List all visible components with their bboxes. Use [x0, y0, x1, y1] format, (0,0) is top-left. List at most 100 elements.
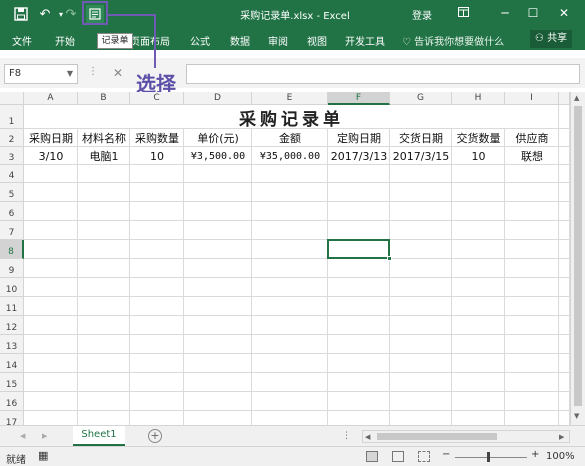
cell-g7[interactable] [390, 221, 452, 240]
cell-f14[interactable] [328, 354, 390, 373]
chevron-down-icon[interactable]: ▼ [67, 65, 73, 83]
normal-view-icon[interactable] [366, 451, 378, 462]
zoom-slider[interactable] [455, 457, 527, 458]
cell-g11[interactable] [390, 297, 452, 316]
cell-b4[interactable] [78, 165, 130, 183]
cell-b7[interactable] [78, 221, 130, 240]
row-header-9[interactable]: 9 [0, 259, 24, 278]
cell-a14[interactable] [24, 354, 78, 373]
cell-i8[interactable] [505, 240, 559, 259]
cell-c15[interactable] [130, 373, 184, 392]
cell-c7[interactable] [130, 221, 184, 240]
cell-h10[interactable] [452, 278, 505, 297]
row-header-13[interactable]: 13 [0, 335, 24, 354]
cell-b9[interactable] [78, 259, 130, 278]
cell-d8[interactable] [184, 240, 252, 259]
cell-f11[interactable] [328, 297, 390, 316]
page-break-view-icon[interactable] [418, 451, 430, 462]
cell-g10[interactable] [390, 278, 452, 297]
cell-i11[interactable] [505, 297, 559, 316]
cell-f5[interactable] [328, 183, 390, 202]
cell-g6[interactable] [390, 202, 452, 221]
cell-i9[interactable] [505, 259, 559, 278]
next-sheet-icon[interactable]: ▶ [42, 432, 47, 440]
row-header-4[interactable]: 4 [0, 165, 24, 183]
zoom-level[interactable]: 100% [546, 451, 575, 462]
tab-review[interactable]: 审阅 [268, 33, 288, 48]
column-header-c[interactable]: C [130, 92, 184, 105]
row-header-15[interactable]: 15 [0, 373, 24, 392]
row-header-7[interactable]: 7 [0, 221, 24, 240]
row-header-8[interactable]: 8 [0, 240, 24, 259]
column-header-e[interactable]: E [252, 92, 328, 105]
cell-h9[interactable] [452, 259, 505, 278]
cell-a7[interactable] [24, 221, 78, 240]
cell-i10[interactable] [505, 278, 559, 297]
cell-i16[interactable] [505, 392, 559, 411]
cell-h5[interactable] [452, 183, 505, 202]
column-header-f[interactable]: F [328, 92, 390, 105]
cell-c8[interactable] [130, 240, 184, 259]
cell-c14[interactable] [130, 354, 184, 373]
cancel-icon[interactable]: ✕ [113, 66, 123, 80]
scroll-down-icon[interactable]: ▼ [574, 412, 579, 420]
login-link[interactable]: 登录 [412, 7, 432, 22]
cell-d7[interactable] [184, 221, 252, 240]
cell-f6[interactable] [328, 202, 390, 221]
cell-b8[interactable] [78, 240, 130, 259]
tab-formulas[interactable]: 公式 [190, 33, 210, 48]
share-button[interactable]: ⚇ 共享 [530, 30, 572, 48]
cell-b10[interactable] [78, 278, 130, 297]
cell-h14[interactable] [452, 354, 505, 373]
cell-h13[interactable] [452, 335, 505, 354]
cell-c12[interactable] [130, 316, 184, 335]
redo-icon[interactable]: ↷ [62, 5, 80, 23]
maximize-icon[interactable]: ☐ [522, 3, 544, 23]
cell-h6[interactable] [452, 202, 505, 221]
cell-a9[interactable] [24, 259, 78, 278]
cell-d14[interactable] [184, 354, 252, 373]
cell-h7[interactable] [452, 221, 505, 240]
cell-i14[interactable] [505, 354, 559, 373]
page-layout-view-icon[interactable] [392, 451, 404, 462]
cell-f12[interactable] [328, 316, 390, 335]
cell-b16[interactable] [78, 392, 130, 411]
cell-d9[interactable] [184, 259, 252, 278]
vertical-scrollbar[interactable]: ▲ ▼ [570, 92, 585, 425]
cell-c9[interactable] [130, 259, 184, 278]
row-header-16[interactable]: 16 [0, 392, 24, 411]
column-header-a[interactable]: A [24, 92, 78, 105]
cell-h8[interactable] [452, 240, 505, 259]
cell-e11[interactable] [252, 297, 328, 316]
cell-d5[interactable] [184, 183, 252, 202]
cell-g5[interactable] [390, 183, 452, 202]
row-header-3[interactable]: 3 [0, 147, 24, 165]
cell-i6[interactable] [505, 202, 559, 221]
cell-a10[interactable] [24, 278, 78, 297]
cell-e16[interactable] [252, 392, 328, 411]
cell-a11[interactable] [24, 297, 78, 316]
horizontal-scrollbar[interactable]: ◀ ▶ [362, 430, 570, 443]
ribbon-display-options-icon[interactable] [452, 3, 474, 23]
cell-c5[interactable] [130, 183, 184, 202]
cell-d10[interactable] [184, 278, 252, 297]
cell-e12[interactable] [252, 316, 328, 335]
cell-b5[interactable] [78, 183, 130, 202]
sheet-tab-sheet1[interactable]: Sheet1 [73, 426, 125, 446]
cell-a8[interactable] [24, 240, 78, 259]
cell-c6[interactable] [130, 202, 184, 221]
cell-b13[interactable] [78, 335, 130, 354]
tab-page-layout[interactable]: 页面布局 [130, 33, 170, 48]
cell-i12[interactable] [505, 316, 559, 335]
cell-a4[interactable] [24, 165, 78, 183]
cell-f4[interactable] [328, 165, 390, 183]
cell-a16[interactable] [24, 392, 78, 411]
cell-e13[interactable] [252, 335, 328, 354]
cell-e10[interactable] [252, 278, 328, 297]
cell-d13[interactable] [184, 335, 252, 354]
cell-b6[interactable] [78, 202, 130, 221]
row-header-6[interactable]: 6 [0, 202, 24, 221]
cell-i15[interactable] [505, 373, 559, 392]
select-all-corner[interactable] [0, 92, 24, 105]
name-box[interactable]: F8 ▼ [4, 64, 78, 84]
